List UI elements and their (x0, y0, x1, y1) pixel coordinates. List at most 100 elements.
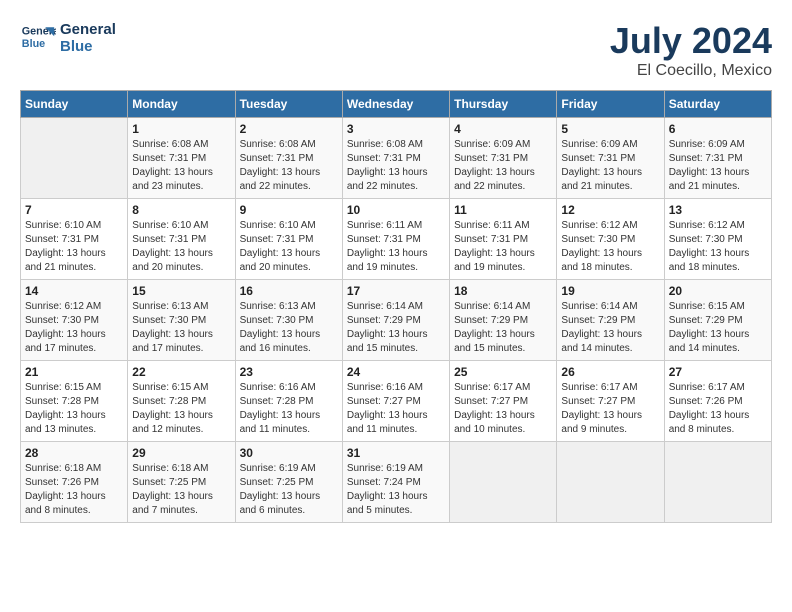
day-info: Sunrise: 6:18 AM Sunset: 7:26 PM Dayligh… (25, 462, 123, 518)
month-year-title: July 2024 (610, 20, 772, 62)
day-number: 19 (561, 284, 659, 298)
day-info: Sunrise: 6:08 AM Sunset: 7:31 PM Dayligh… (240, 138, 338, 194)
calendar-week-row: 7 Sunrise: 6:10 AM Sunset: 7:31 PM Daylig… (21, 199, 772, 280)
logo: General Blue General Blue (20, 20, 116, 56)
table-row (21, 118, 128, 199)
day-number: 20 (669, 284, 767, 298)
table-row: 1 Sunrise: 6:08 AM Sunset: 7:31 PM Daylig… (128, 118, 235, 199)
day-info: Sunrise: 6:17 AM Sunset: 7:26 PM Dayligh… (669, 381, 767, 437)
page-header: General Blue General Blue July 2024 El C… (20, 20, 772, 80)
calendar-week-row: 14 Sunrise: 6:12 AM Sunset: 7:30 PM Dayli… (21, 280, 772, 361)
day-info: Sunrise: 6:13 AM Sunset: 7:30 PM Dayligh… (240, 300, 338, 356)
day-number: 27 (669, 365, 767, 379)
calendar-week-row: 1 Sunrise: 6:08 AM Sunset: 7:31 PM Daylig… (21, 118, 772, 199)
table-row: 26 Sunrise: 6:17 AM Sunset: 7:27 PM Dayli… (557, 361, 664, 442)
table-row: 25 Sunrise: 6:17 AM Sunset: 7:27 PM Dayli… (450, 361, 557, 442)
day-number: 6 (669, 122, 767, 136)
day-info: Sunrise: 6:14 AM Sunset: 7:29 PM Dayligh… (561, 300, 659, 356)
table-row: 6 Sunrise: 6:09 AM Sunset: 7:31 PM Daylig… (664, 118, 771, 199)
day-info: Sunrise: 6:14 AM Sunset: 7:29 PM Dayligh… (454, 300, 552, 356)
day-number: 31 (347, 446, 445, 460)
day-number: 5 (561, 122, 659, 136)
day-info: Sunrise: 6:15 AM Sunset: 7:28 PM Dayligh… (25, 381, 123, 437)
col-thursday: Thursday (450, 91, 557, 118)
col-sunday: Sunday (21, 91, 128, 118)
day-number: 23 (240, 365, 338, 379)
day-number: 28 (25, 446, 123, 460)
day-number: 10 (347, 203, 445, 217)
day-number: 2 (240, 122, 338, 136)
day-info: Sunrise: 6:08 AM Sunset: 7:31 PM Dayligh… (347, 138, 445, 194)
day-number: 1 (132, 122, 230, 136)
day-info: Sunrise: 6:09 AM Sunset: 7:31 PM Dayligh… (454, 138, 552, 194)
day-number: 15 (132, 284, 230, 298)
day-number: 17 (347, 284, 445, 298)
table-row: 16Sunrise: 6:13 AM Sunset: 7:30 PM Dayli… (235, 280, 342, 361)
table-row: 20 Sunrise: 6:15 AM Sunset: 7:29 PM Dayli… (664, 280, 771, 361)
table-row: 21 Sunrise: 6:15 AM Sunset: 7:28 PM Dayli… (21, 361, 128, 442)
day-info: Sunrise: 6:18 AM Sunset: 7:25 PM Dayligh… (132, 462, 230, 518)
day-number: 12 (561, 203, 659, 217)
day-info: Sunrise: 6:14 AM Sunset: 7:29 PM Dayligh… (347, 300, 445, 356)
day-info: Sunrise: 6:10 AM Sunset: 7:31 PM Dayligh… (240, 219, 338, 275)
col-saturday: Saturday (664, 91, 771, 118)
table-row: 9 Sunrise: 6:10 AM Sunset: 7:31 PM Daylig… (235, 199, 342, 280)
calendar-header-row: Sunday Monday Tuesday Wednesday Thursday… (21, 91, 772, 118)
table-row (450, 442, 557, 523)
table-row: 27 Sunrise: 6:17 AM Sunset: 7:26 PM Dayli… (664, 361, 771, 442)
table-row: 5Sunrise: 6:09 AM Sunset: 7:31 PM Daylig… (557, 118, 664, 199)
table-row (557, 442, 664, 523)
day-info: Sunrise: 6:12 AM Sunset: 7:30 PM Dayligh… (561, 219, 659, 275)
day-info: Sunrise: 6:11 AM Sunset: 7:31 PM Dayligh… (454, 219, 552, 275)
day-info: Sunrise: 6:11 AM Sunset: 7:31 PM Dayligh… (347, 219, 445, 275)
day-info: Sunrise: 6:17 AM Sunset: 7:27 PM Dayligh… (454, 381, 552, 437)
day-info: Sunrise: 6:10 AM Sunset: 7:31 PM Dayligh… (132, 219, 230, 275)
day-number: 9 (240, 203, 338, 217)
title-area: July 2024 El Coecillo, Mexico (610, 20, 772, 80)
day-number: 30 (240, 446, 338, 460)
table-row: 28 Sunrise: 6:18 AM Sunset: 7:26 PM Dayli… (21, 442, 128, 523)
calendar-week-row: 21 Sunrise: 6:15 AM Sunset: 7:28 PM Dayli… (21, 361, 772, 442)
day-number: 29 (132, 446, 230, 460)
col-friday: Friday (557, 91, 664, 118)
logo-text: General Blue (60, 21, 116, 55)
day-info: Sunrise: 6:19 AM Sunset: 7:24 PM Dayligh… (347, 462, 445, 518)
table-row: 30Sunrise: 6:19 AM Sunset: 7:25 PM Dayli… (235, 442, 342, 523)
day-info: Sunrise: 6:15 AM Sunset: 7:29 PM Dayligh… (669, 300, 767, 356)
table-row: 14 Sunrise: 6:12 AM Sunset: 7:30 PM Dayli… (21, 280, 128, 361)
location-subtitle: El Coecillo, Mexico (610, 62, 772, 80)
table-row: 12 Sunrise: 6:12 AM Sunset: 7:30 PM Dayli… (557, 199, 664, 280)
table-row: 2 Sunrise: 6:08 AM Sunset: 7:31 PM Daylig… (235, 118, 342, 199)
table-row: 17 Sunrise: 6:14 AM Sunset: 7:29 PM Dayli… (342, 280, 449, 361)
day-info: Sunrise: 6:08 AM Sunset: 7:31 PM Dayligh… (132, 138, 230, 194)
col-wednesday: Wednesday (342, 91, 449, 118)
day-number: 4 (454, 122, 552, 136)
day-info: Sunrise: 6:12 AM Sunset: 7:30 PM Dayligh… (25, 300, 123, 356)
table-row: 7Sunrise: 6:10 AM Sunset: 7:31 PM Daylig… (21, 199, 128, 280)
table-row: 3Sunrise: 6:08 AM Sunset: 7:31 PM Daylig… (342, 118, 449, 199)
day-number: 24 (347, 365, 445, 379)
col-monday: Monday (128, 91, 235, 118)
svg-text:Blue: Blue (22, 38, 45, 50)
day-info: Sunrise: 6:12 AM Sunset: 7:30 PM Dayligh… (669, 219, 767, 275)
table-row: 19 Sunrise: 6:14 AM Sunset: 7:29 PM Dayli… (557, 280, 664, 361)
day-number: 25 (454, 365, 552, 379)
day-number: 13 (669, 203, 767, 217)
table-row: 18 Sunrise: 6:14 AM Sunset: 7:29 PM Dayli… (450, 280, 557, 361)
table-row: 11 Sunrise: 6:11 AM Sunset: 7:31 PM Dayli… (450, 199, 557, 280)
day-info: Sunrise: 6:16 AM Sunset: 7:28 PM Dayligh… (240, 381, 338, 437)
day-number: 18 (454, 284, 552, 298)
day-number: 7 (25, 203, 123, 217)
day-info: Sunrise: 6:17 AM Sunset: 7:27 PM Dayligh… (561, 381, 659, 437)
table-row: 22Sunrise: 6:15 AM Sunset: 7:28 PM Dayli… (128, 361, 235, 442)
col-tuesday: Tuesday (235, 91, 342, 118)
table-row: 13 Sunrise: 6:12 AM Sunset: 7:30 PM Dayli… (664, 199, 771, 280)
table-row: 24Sunrise: 6:16 AM Sunset: 7:27 PM Dayli… (342, 361, 449, 442)
day-number: 14 (25, 284, 123, 298)
logo-icon: General Blue (20, 20, 56, 56)
day-info: Sunrise: 6:09 AM Sunset: 7:31 PM Dayligh… (669, 138, 767, 194)
table-row: 23 Sunrise: 6:16 AM Sunset: 7:28 PM Dayli… (235, 361, 342, 442)
day-number: 26 (561, 365, 659, 379)
day-number: 21 (25, 365, 123, 379)
day-number: 11 (454, 203, 552, 217)
